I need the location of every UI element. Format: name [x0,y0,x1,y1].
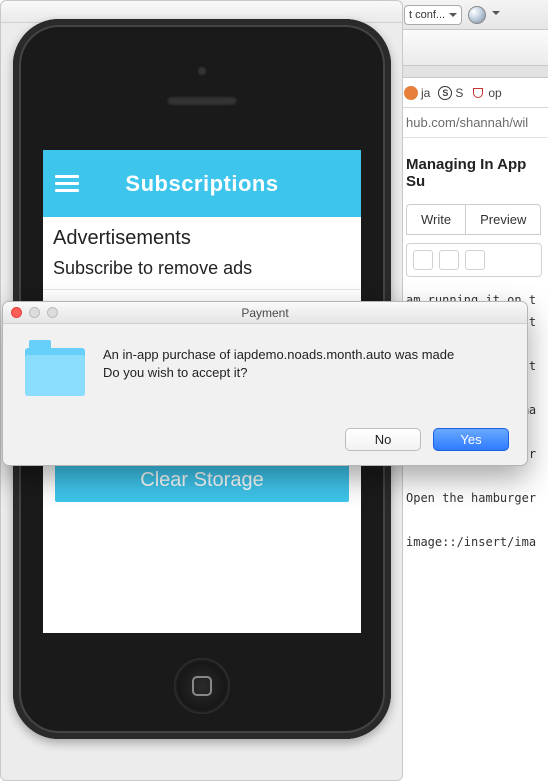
tab-label-s: S [455,86,463,100]
tab-label-op: op [488,86,501,100]
toolbar-button-2[interactable] [439,250,459,270]
toolbar-button-3[interactable] [465,250,485,270]
dialog-message: An in-app purchase of iapdemo.noads.mont… [103,346,454,396]
ide-subbar [400,66,548,78]
app-header: Subscriptions [43,150,361,217]
editor-toolbar [406,243,542,277]
page-heading: Managing In App Su [400,138,548,204]
java-icon [404,86,418,100]
toolbar-button-1[interactable] [413,250,433,270]
tab-preview[interactable]: Preview [466,205,540,234]
tab-label-ja: ja [421,86,430,100]
section-heading: Advertisements [43,217,361,254]
payment-dialog: Payment An in-app purchase of iapdemo.no… [2,301,528,466]
editor-tab-op[interactable]: op [471,86,501,100]
folder-icon [25,348,85,396]
section-subtext[interactable]: Subscribe to remove ads [43,254,361,289]
run-config-dropdown[interactable]: t conf... [404,5,462,25]
url-text: hub.com/shannah/wil [406,115,528,130]
globe-dropdown-arrow[interactable] [492,11,500,19]
app-title: Subscriptions [79,171,325,197]
editor-tab-s[interactable]: S S [438,86,463,100]
home-button[interactable] [174,658,230,714]
s-icon: S [438,86,452,100]
dialog-line-2: Do you wish to accept it? [103,364,454,382]
dialog-line-1: An in-app purchase of iapdemo.noads.mont… [103,346,454,364]
run-config-label: t conf... [409,9,445,21]
hamburger-icon[interactable] [55,175,79,192]
home-icon [192,676,212,696]
url-bar[interactable]: hub.com/shannah/wil [400,108,548,138]
phone-earpiece [166,96,238,106]
dialog-title: Payment [3,306,527,320]
dialog-body: An in-app purchase of iapdemo.noads.mont… [3,324,527,396]
yes-button[interactable]: Yes [433,428,509,451]
coffee-icon [471,86,485,100]
list-divider [43,289,361,290]
write-preview-tabs: Write Preview [406,204,541,235]
no-button[interactable]: No [345,428,421,451]
ide-toolbar-strip [400,30,548,66]
dialog-buttons: No Yes [345,428,509,451]
ide-toolbar: t conf... [400,0,548,30]
dialog-titlebar[interactable]: Payment [3,302,527,324]
globe-icon[interactable] [468,6,486,24]
phone-camera [197,66,207,76]
tab-write[interactable]: Write [407,205,466,234]
editor-tab-java[interactable]: ja [404,86,430,100]
editor-tabs: ja S S op [400,78,548,108]
